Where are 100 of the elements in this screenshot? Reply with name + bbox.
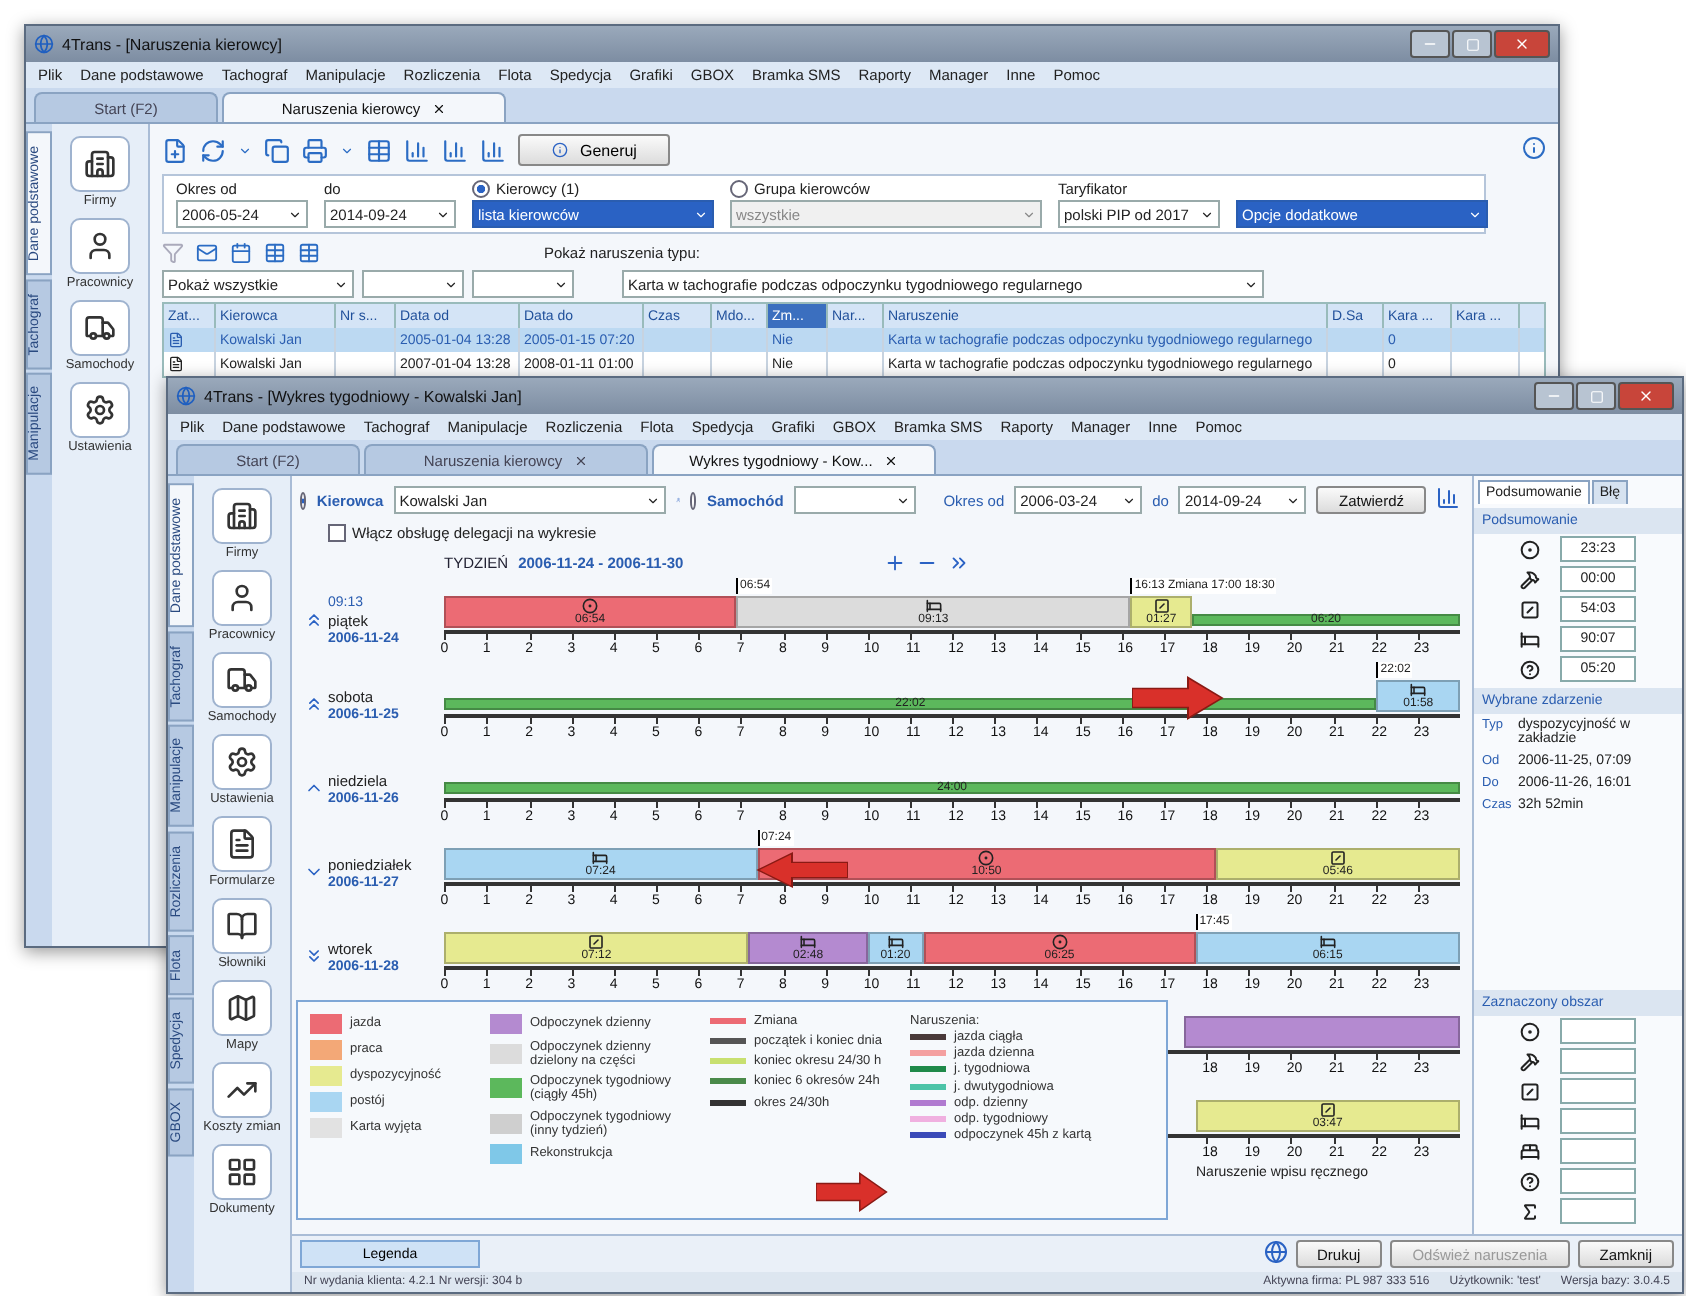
table-icon: [264, 241, 286, 263]
bar-chart-icon: [404, 137, 430, 163]
new-document-icon: [162, 137, 188, 163]
caret-icon: [288, 207, 302, 221]
total-field: [1560, 1198, 1636, 1224]
radio-button[interactable]: [300, 491, 307, 509]
filter-icon: [162, 241, 184, 263]
bar-chart-icon: [442, 137, 468, 163]
building-icon: [226, 500, 258, 532]
grid-icon: [226, 1156, 258, 1188]
info-icon: [552, 142, 568, 158]
document-icon: [168, 332, 184, 348]
bed-icon: [887, 934, 904, 950]
truck-icon: [225, 664, 258, 696]
bar-chart-icon: [1436, 486, 1460, 510]
caret-icon: [444, 277, 458, 291]
crossed-square-icon: [1319, 1102, 1336, 1118]
table-icon: [298, 241, 320, 263]
radio-button[interactable]: [730, 180, 748, 198]
mail-icon: [196, 241, 218, 263]
sidebar-button[interactable]: [69, 300, 130, 356]
steering-wheel-icon: [1051, 934, 1068, 950]
bar-chart-icon: [480, 137, 506, 163]
caret-icon: [1122, 493, 1137, 507]
bed-icon: [1319, 934, 1336, 950]
close-button[interactable]: [1494, 30, 1550, 58]
close-button[interactable]: [1618, 382, 1674, 410]
document-icon: [168, 356, 184, 372]
sidebar-button[interactable]: [211, 734, 272, 790]
map-icon: [226, 992, 258, 1024]
crossed-square-icon: [1520, 1081, 1540, 1101]
caret-icon: [554, 277, 568, 291]
caret-icon: [1200, 207, 1214, 221]
close-icon[interactable]: [884, 453, 899, 467]
calendar-icon: [230, 241, 252, 263]
steering-wheel-icon: [1520, 539, 1540, 559]
maximize-icon: [1589, 389, 1603, 403]
maximize-button[interactable]: [1576, 382, 1616, 410]
close-icon: [1638, 388, 1654, 404]
scroll-arrow-icon[interactable]: [304, 946, 324, 966]
window-title: 4Trans - [Naruszenia kierowcy]: [62, 35, 282, 53]
caret-icon: [334, 277, 348, 291]
zoom-in-icon: [883, 551, 906, 573]
bed-icon: [800, 934, 817, 950]
question-mark-icon: [1520, 1171, 1540, 1191]
caret-icon: [1244, 277, 1258, 291]
scroll-arrow-icon[interactable]: [304, 610, 324, 630]
next-icon: [947, 551, 970, 573]
form-icon: [226, 828, 258, 860]
checkbox[interactable]: [328, 523, 346, 541]
printer-icon: [302, 137, 328, 163]
caret-icon: [694, 207, 708, 221]
info-icon: [1522, 136, 1546, 160]
caret-icon: [1468, 207, 1482, 221]
sidebar-button[interactable]: [212, 898, 272, 954]
sidebar-button[interactable]: [212, 1062, 272, 1118]
steering-wheel-icon: [582, 598, 599, 614]
minimize-button[interactable]: [1534, 382, 1574, 410]
maximize-button[interactable]: [1452, 30, 1492, 58]
caret-icon: [436, 207, 450, 221]
app-logo-icon: [176, 386, 196, 406]
bed-icon: [1410, 682, 1427, 698]
sidebar-button[interactable]: [70, 136, 130, 192]
sidebar-button[interactable]: [211, 652, 272, 708]
sidebar-button[interactable]: [211, 570, 272, 626]
radio-button[interactable]: [690, 491, 697, 509]
total-field: [1560, 1018, 1636, 1044]
sidebar-button[interactable]: [212, 980, 272, 1036]
generate-button[interactable]: Generuj: [518, 134, 671, 166]
question-mark-icon: [1520, 659, 1540, 679]
close-icon[interactable]: [432, 101, 447, 115]
settings-icon: [225, 746, 258, 778]
sidebar-button[interactable]: [212, 488, 272, 544]
caret-icon: [340, 143, 354, 157]
minimize-button[interactable]: [1410, 30, 1450, 58]
crossed-square-icon: [588, 934, 605, 950]
left-arrow-icon: [756, 852, 848, 888]
sidebar-button[interactable]: [69, 382, 130, 438]
settings-icon: [83, 394, 116, 426]
steering-wheel-icon: [978, 850, 995, 866]
scroll-arrow-icon[interactable]: [304, 694, 324, 714]
sidebar-button[interactable]: [69, 218, 130, 274]
crossed-square-icon: [1329, 850, 1346, 866]
bed-icon: [592, 850, 609, 866]
total-field: [1560, 1078, 1636, 1104]
hammers-icon: [1520, 1051, 1540, 1071]
person-icon: [225, 582, 258, 614]
caret-icon: [238, 143, 252, 157]
book-icon: [226, 910, 258, 942]
total-field: [1560, 1138, 1636, 1164]
sidebar-button[interactable]: [212, 1144, 272, 1200]
radio-button[interactable]: [472, 180, 490, 198]
bed-icon: [1520, 629, 1540, 649]
sidebar-button[interactable]: [212, 816, 272, 872]
window-title: 4Trans - [Wykres tygodniowy - Kowalski Jan]: [204, 387, 522, 405]
steering-wheel-icon: [1520, 1021, 1540, 1041]
building-icon: [84, 148, 116, 180]
copy-icon: [264, 137, 290, 163]
table-icon: [366, 137, 392, 163]
total-field: [1560, 1048, 1636, 1074]
